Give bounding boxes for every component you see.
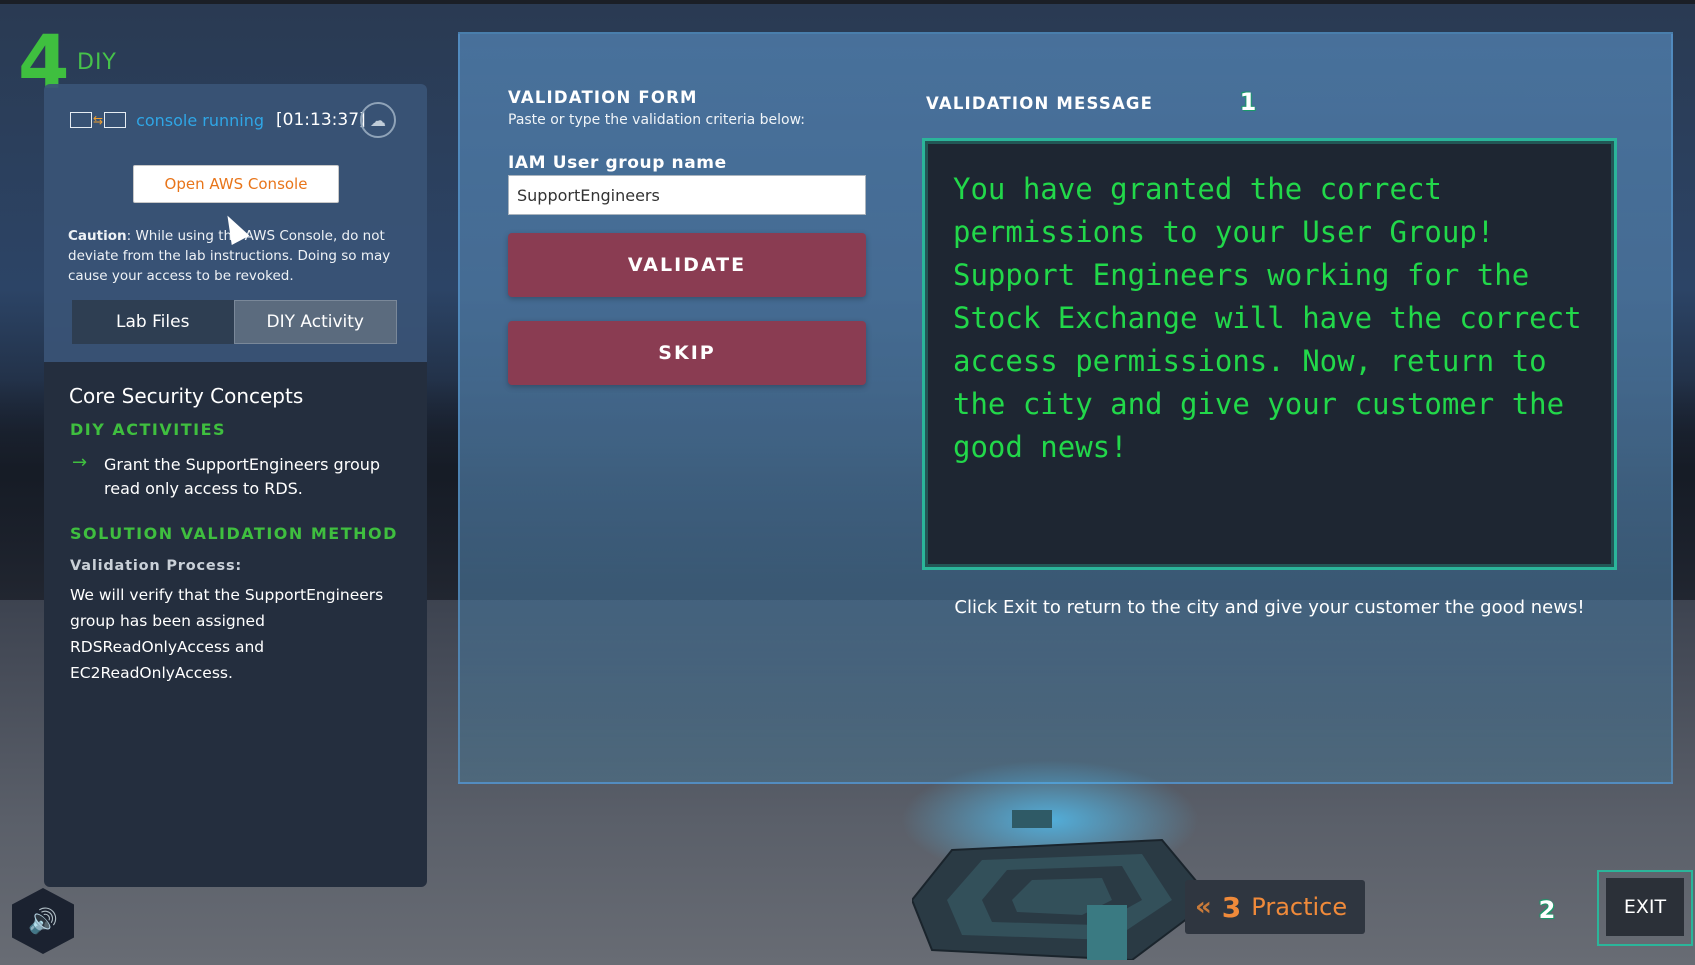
arrow-right-icon: → — [72, 452, 88, 473]
validation-message-text: You have granted the correct permissions… — [953, 172, 1582, 464]
console-connection-icon: ⇆ — [70, 112, 127, 128]
validation-form-subtitle: Paste or type the validation criteria be… — [508, 112, 806, 128]
practice-label: Practice — [1251, 893, 1348, 921]
step-badge-2: 2 — [1538, 896, 1556, 924]
validation-form-title: VALIDATION FORM — [508, 88, 698, 107]
iam-group-input[interactable] — [508, 175, 866, 215]
activity-item: Grant the SupportEngineers group read on… — [104, 455, 381, 498]
skip-button[interactable]: SKIP — [508, 321, 866, 385]
diy-activities-heading: DIY ACTIVITIES — [70, 420, 227, 439]
open-aws-console-button[interactable]: Open AWS Console — [133, 165, 339, 203]
panel-tabs: Lab Files DIY Activity — [72, 300, 397, 344]
cloud-icon[interactable]: ☁ — [360, 102, 396, 138]
practice-number: 3 — [1221, 890, 1242, 924]
exit-hint-text: Click Exit to return to the city and giv… — [954, 597, 1585, 618]
validation-message-title: VALIDATION MESSAGE — [926, 94, 1154, 113]
validation-process-text: We will verify that the SupportEngineers… — [70, 586, 384, 682]
validate-button[interactable]: VALIDATE — [508, 233, 866, 297]
step-badge-1: 1 — [1239, 88, 1257, 116]
console-timer: [01:13:37] — [276, 110, 366, 130]
tab-lab-files[interactable]: Lab Files — [72, 300, 234, 344]
double-chevron-left-icon: « — [1195, 892, 1212, 922]
console-status-row: ⇆ console running [01:13:37] — [70, 110, 366, 130]
practice-button[interactable]: « 3 Practice — [1185, 880, 1365, 934]
top-bar — [0, 0, 1695, 4]
solution-validation-heading: SOLUTION VALIDATION METHOD — [70, 524, 398, 543]
console-status: console running — [136, 110, 265, 130]
ship-decoration — [912, 810, 1214, 960]
iam-group-label: IAM User group name — [508, 153, 727, 173]
exit-button[interactable]: EXIT — [1606, 878, 1684, 936]
caution-label: Caution — [68, 228, 127, 244]
validation-process-label: Validation Process: — [70, 558, 242, 574]
tab-diy-activity[interactable]: DIY Activity — [233, 300, 397, 344]
diy-label: DIY — [77, 50, 117, 75]
activity-title: Core Security Concepts — [69, 384, 304, 408]
